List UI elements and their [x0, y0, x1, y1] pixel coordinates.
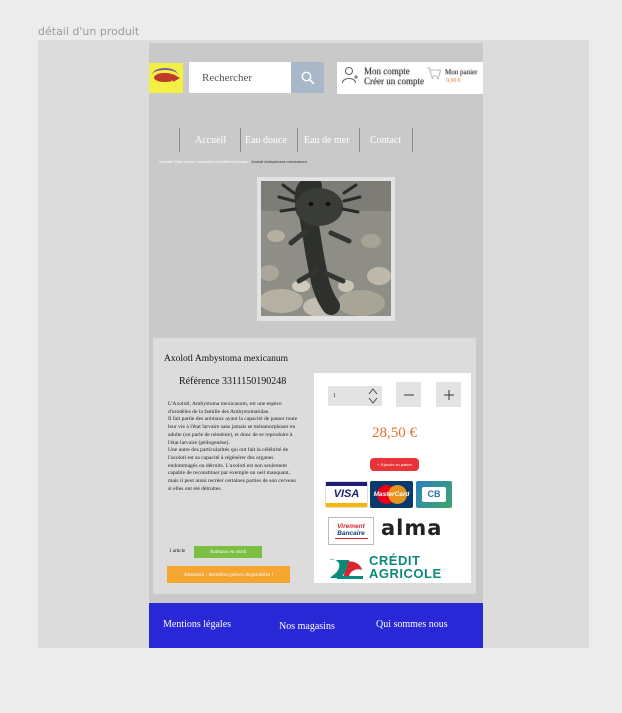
create-account-link[interactable]: Créer un compte — [364, 76, 424, 86]
search-icon — [301, 71, 314, 84]
visa-band — [326, 482, 367, 486]
add-to-cart-button[interactable]: + Ajouter au panier — [370, 458, 419, 471]
virement-bancaire-logo: Virement Bancaire — [328, 517, 374, 545]
bancaire-label: Bancaire — [337, 530, 365, 537]
low-stock-warning: Attention : dernières pièces disponibles… — [167, 566, 290, 583]
nav-item-eau-de-mer[interactable]: Eau de mer — [304, 135, 350, 146]
nav-item-accueil[interactable]: Accueil — [195, 135, 226, 146]
product-title: Axolotl Ambystoma mexicanum — [164, 354, 289, 364]
stock-badge: Animaux en stock — [194, 546, 262, 558]
minus-icon — [403, 394, 414, 395]
visa-label: VISA — [333, 488, 360, 500]
breadcrumb-current: Axolotl Ambystoma mexicanum — [251, 159, 307, 164]
visa-logo: VISA — [325, 481, 368, 508]
nav-divider — [240, 128, 241, 152]
visa-band — [326, 503, 367, 507]
cb-logo: CB — [416, 481, 452, 508]
footer-link-nos-magasins[interactable]: Nos magasins — [279, 621, 335, 632]
nav-divider — [297, 128, 298, 152]
nav-item-eau-douce[interactable]: Eau douce — [245, 135, 287, 146]
product-description: L'Axolotl, Ambystoma mexicanum, est une … — [168, 401, 298, 493]
quantity-spinner-icon[interactable] — [366, 386, 380, 406]
footer-link-mentions-legales[interactable]: Mentions légales — [163, 619, 231, 630]
breadcrumb[interactable]: Accueil / Eau douce / crevettes invertéb… — [159, 159, 307, 164]
search-input[interactable] — [189, 62, 291, 93]
cb-label: CB — [422, 487, 446, 502]
cart-label[interactable]: Mon panier — [445, 68, 477, 76]
increase-quantity-button[interactable] — [436, 382, 461, 407]
breadcrumb-path[interactable]: Accueil / Eau douce / crevettes invertéb… — [159, 159, 251, 164]
decrease-quantity-button[interactable] — [396, 382, 421, 407]
quantity-label: 1 article — [169, 549, 186, 554]
cart-icon[interactable] — [426, 66, 442, 80]
description-paragraph: Une autre des particularités qui ont fai… — [168, 447, 296, 492]
fish-icon — [154, 73, 180, 82]
nav-divider — [359, 128, 360, 152]
footer-link-qui-sommes-nous[interactable]: Qui sommes nous — [376, 619, 448, 630]
mastercard-logo: MasterCard — [370, 481, 413, 508]
product-photo[interactable] — [261, 181, 391, 316]
mastercard-label: MasterCard — [373, 491, 410, 498]
my-account-link[interactable]: Mon compte — [364, 66, 410, 76]
nav-item-contact[interactable]: Contact — [370, 135, 401, 146]
alma-logo: alma — [381, 516, 443, 540]
nav-divider — [412, 128, 413, 152]
credit-agricole-line2: AGRICOLE — [369, 566, 442, 581]
cart-total: 0,00 € — [446, 78, 461, 84]
site-logo[interactable] — [149, 63, 183, 93]
nav-divider — [179, 128, 180, 152]
description-paragraph: L'Axolotl, Ambystoma mexicanum, est une … — [168, 401, 282, 415]
axolotl-image — [261, 181, 391, 316]
user-add-icon[interactable] — [341, 66, 359, 84]
credit-agricole-icon — [329, 559, 363, 579]
description-paragraph: Il fait partie des animaux ayant la capa… — [168, 416, 298, 446]
product-reference: Référence 3311150190248 — [179, 376, 287, 387]
frame-title: détail d'un produit — [38, 25, 140, 38]
plus-icon — [443, 389, 454, 400]
virement-label: Virement — [337, 523, 365, 530]
search-button[interactable] — [291, 62, 324, 93]
virement-underline — [335, 538, 368, 539]
product-price: 28,50 € — [372, 425, 417, 441]
